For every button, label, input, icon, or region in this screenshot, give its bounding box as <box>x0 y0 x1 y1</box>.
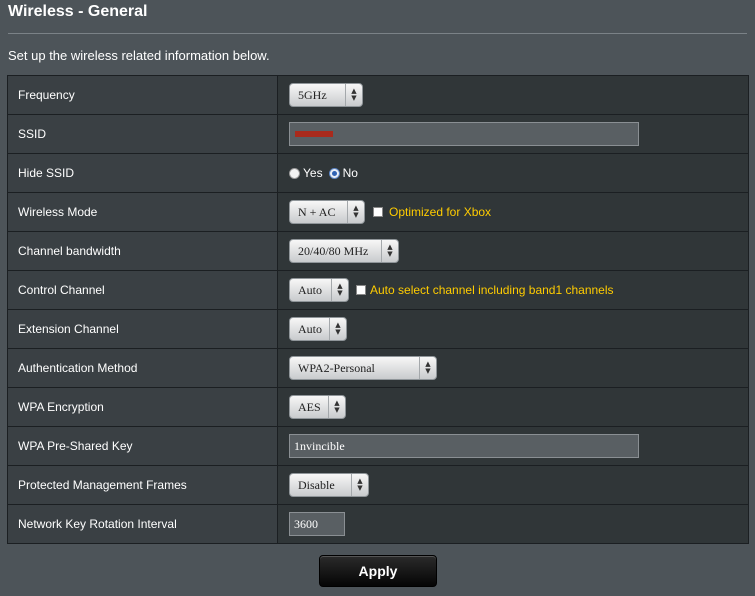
pmf-row: Protected Management Frames Disable ▲ ▼ <box>8 466 748 505</box>
frequency-label: Frequency <box>8 76 278 114</box>
auth-method-label: Authentication Method <box>8 349 278 387</box>
extension-channel-row: Extension Channel Auto ▲ ▼ <box>8 310 748 349</box>
wireless-mode-select-value: N + AC <box>298 204 336 219</box>
ssid-redaction <box>295 131 333 137</box>
channel-bandwidth-select[interactable]: 20/40/80 MHz ▲ ▼ <box>289 239 399 263</box>
key-rotation-row: Network Key Rotation Interval 3600 <box>8 505 748 543</box>
wireless-mode-select[interactable]: N + AC ▲ ▼ <box>289 200 365 224</box>
wpa-encryption-select[interactable]: AES ▲ ▼ <box>289 395 346 419</box>
psk-row: WPA Pre-Shared Key 1nvincible <box>8 427 748 466</box>
channel-bandwidth-select-value: 20/40/80 MHz <box>298 243 369 258</box>
frequency-select-value: 5GHz <box>298 87 327 102</box>
wpa-encryption-label: WPA Encryption <box>8 388 278 426</box>
control-channel-label: Control Channel <box>8 271 278 309</box>
auth-method-select-value: WPA2-Personal <box>298 360 375 375</box>
up-down-arrows-icon: ▲ ▼ <box>351 474 368 496</box>
ssid-input[interactable] <box>289 122 639 146</box>
psk-input-value: 1nvincible <box>294 438 345 453</box>
extension-channel-select-value: Auto <box>298 321 322 336</box>
up-down-arrows-icon: ▲ ▼ <box>329 318 346 340</box>
hide-ssid-row: Hide SSID Yes No <box>8 154 748 193</box>
page-subtitle: Set up the wireless related information … <box>8 48 270 63</box>
control-channel-select[interactable]: Auto ▲ ▼ <box>289 278 349 302</box>
channel-bandwidth-label: Channel bandwidth <box>8 232 278 270</box>
band1-channels-label: Auto select channel including band1 chan… <box>370 283 614 297</box>
extension-channel-select[interactable]: Auto ▲ ▼ <box>289 317 347 341</box>
extension-channel-label: Extension Channel <box>8 310 278 348</box>
frequency-select[interactable]: 5GHz ▲ ▼ <box>289 83 363 107</box>
frequency-row: Frequency 5GHz ▲ ▼ <box>8 76 748 115</box>
ssid-label: SSID <box>8 115 278 153</box>
apply-button[interactable]: Apply <box>319 555 437 587</box>
xbox-optimize-label: Optimized for Xbox <box>389 205 492 219</box>
key-rotation-label: Network Key Rotation Interval <box>8 505 278 543</box>
pmf-select[interactable]: Disable ▲ ▼ <box>289 473 369 497</box>
up-down-arrows-icon: ▲ ▼ <box>381 240 398 262</box>
wpa-encryption-row: WPA Encryption AES ▲ ▼ <box>8 388 748 427</box>
key-rotation-input[interactable]: 3600 <box>289 512 345 536</box>
wireless-settings-table: Frequency 5GHz ▲ ▼ SSID Hide SSID Yes No … <box>7 75 749 544</box>
key-rotation-input-value: 3600 <box>294 516 318 531</box>
hide-ssid-no-radio[interactable] <box>328 167 340 179</box>
ssid-row: SSID <box>8 115 748 154</box>
pmf-select-value: Disable <box>298 477 335 492</box>
hide-ssid-no-label: No <box>342 166 358 180</box>
hide-ssid-yes-radio[interactable] <box>289 167 300 179</box>
control-channel-select-value: Auto <box>298 282 322 297</box>
wireless-mode-label: Wireless Mode <box>8 193 278 231</box>
control-channel-row: Control Channel Auto ▲ ▼ Auto select chan… <box>8 271 748 310</box>
channel-bandwidth-row: Channel bandwidth 20/40/80 MHz ▲ ▼ <box>8 232 748 271</box>
xbox-optimize-checkbox[interactable] <box>373 207 383 217</box>
up-down-arrows-icon: ▲ ▼ <box>345 84 362 106</box>
pmf-label: Protected Management Frames <box>8 466 278 504</box>
auth-method-select[interactable]: WPA2-Personal ▲ ▼ <box>289 356 437 380</box>
psk-input[interactable]: 1nvincible <box>289 434 639 458</box>
up-down-arrows-icon: ▲ ▼ <box>419 357 436 379</box>
band1-channels-checkbox[interactable] <box>356 285 366 295</box>
psk-label: WPA Pre-Shared Key <box>8 427 278 465</box>
up-down-arrows-icon: ▲ ▼ <box>331 279 348 301</box>
wireless-mode-row: Wireless Mode N + AC ▲ ▼ Optimized for Xb… <box>8 193 748 232</box>
up-down-arrows-icon: ▲ ▼ <box>347 201 364 223</box>
wpa-encryption-select-value: AES <box>298 399 321 414</box>
hide-ssid-label: Hide SSID <box>8 154 278 192</box>
up-down-arrows-icon: ▲ ▼ <box>328 396 345 418</box>
auth-method-row: Authentication Method WPA2-Personal ▲ ▼ <box>8 349 748 388</box>
page-title: Wireless - General <box>8 3 148 20</box>
title-divider <box>8 33 747 34</box>
hide-ssid-yes-label: Yes <box>303 166 323 180</box>
